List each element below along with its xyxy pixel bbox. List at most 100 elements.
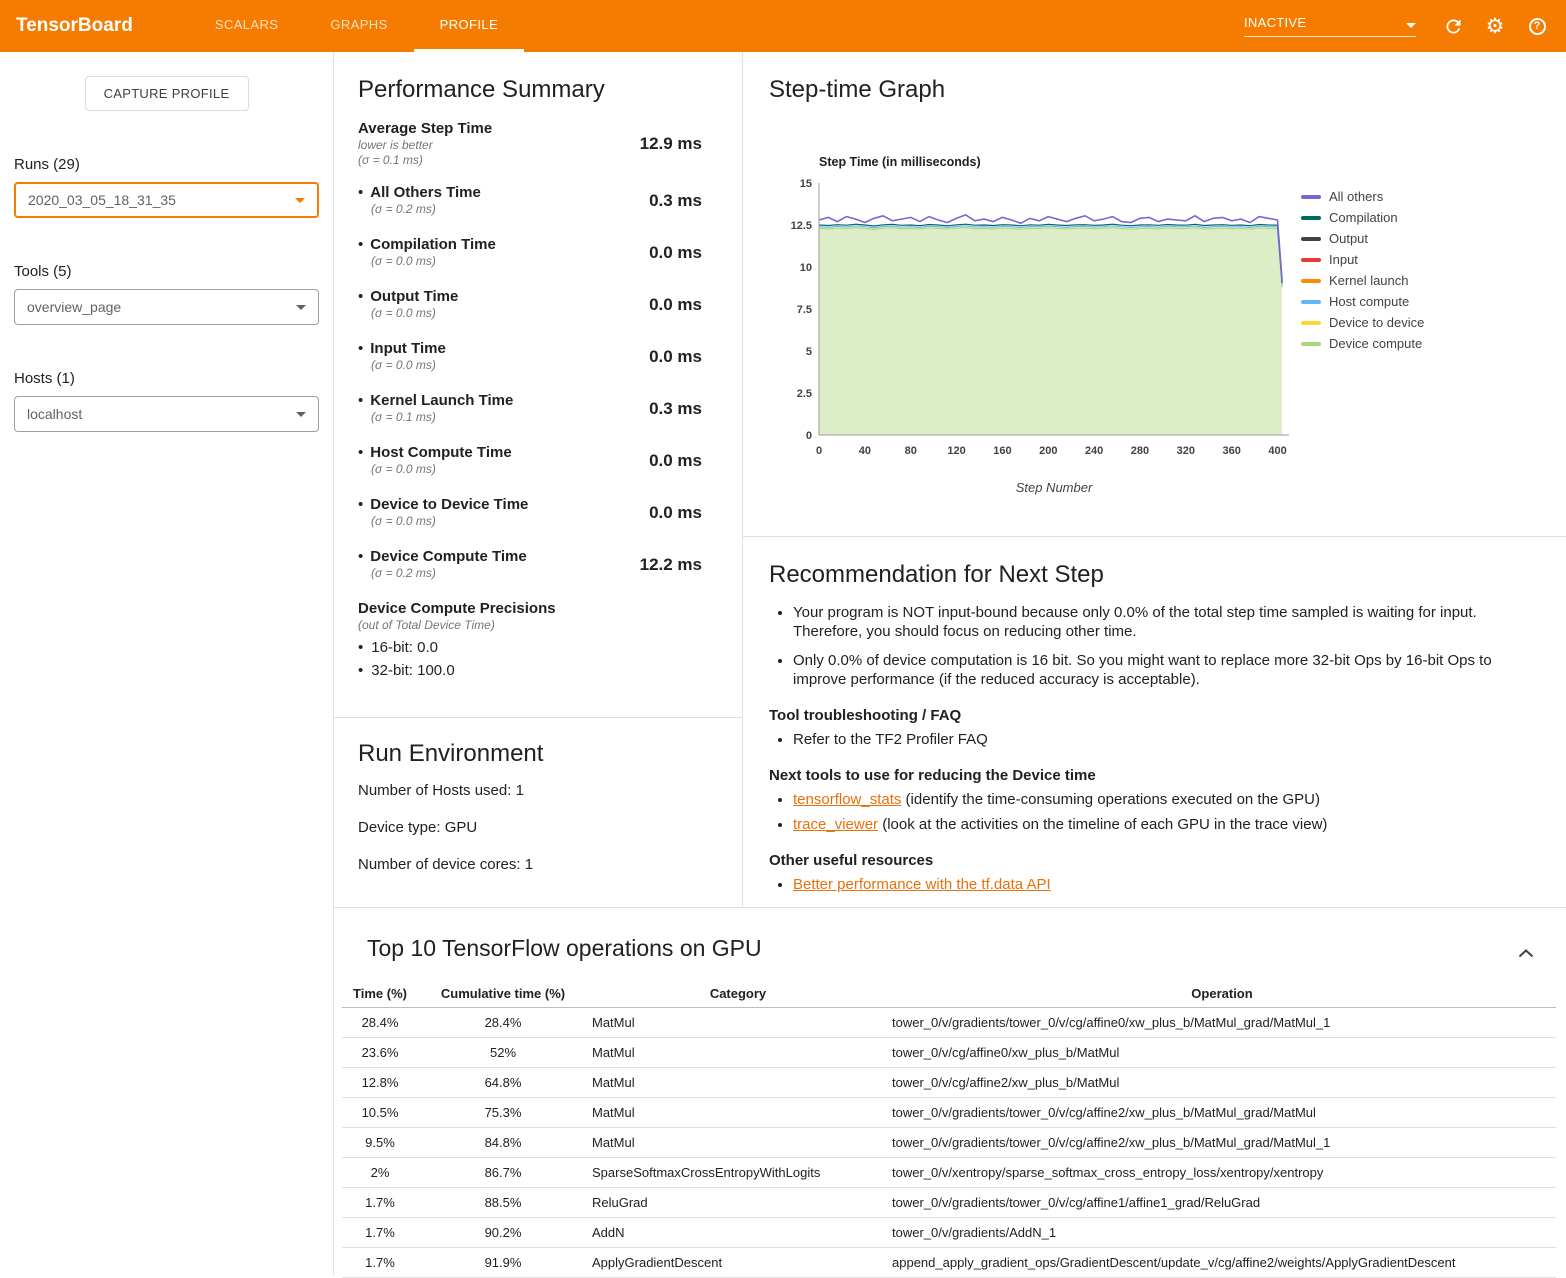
metric-label: Host Compute Time <box>358 444 512 462</box>
svg-text:0: 0 <box>816 445 822 457</box>
chevron-up-icon <box>1518 949 1534 958</box>
cell-cumulative: 91.9% <box>418 1248 588 1278</box>
metric-label: Input Time <box>358 340 446 358</box>
top-operations-section: Top 10 TensorFlow operations on GPU Time… <box>334 907 1566 1278</box>
tool-item: tensorflow_stats (identify the time-cons… <box>793 790 1520 809</box>
precisions-note: (out of Total Device Time) <box>358 618 702 633</box>
hosts-select-value: localhost <box>27 406 82 422</box>
metric-sigma: (σ = 0.0 ms) <box>371 514 528 529</box>
tools-select-value: overview_page <box>27 299 121 315</box>
status-dropdown-value: INACTIVE <box>1244 15 1306 30</box>
recommendation-bullet: Only 0.0% of device computation is 16 bi… <box>793 651 1520 689</box>
metric-label: Kernel Launch Time <box>358 392 513 410</box>
metric-label: Compilation Time <box>358 236 496 254</box>
performance-summary-section: Performance Summary Average Step Time lo… <box>334 52 742 718</box>
app-logo: TensorBoard <box>16 0 133 52</box>
average-step-time-label: Average Step Time <box>358 120 492 138</box>
device-compute-precisions: Device Compute Precisions (out of Total … <box>358 600 702 679</box>
legend-label: Device to device <box>1329 315 1424 330</box>
cell-time: 2% <box>342 1158 418 1188</box>
precisions-label: Device Compute Precisions <box>358 600 702 618</box>
svg-text:40: 40 <box>859 445 871 457</box>
svg-text:360: 360 <box>1223 445 1241 457</box>
legend-swatch <box>1301 279 1321 283</box>
cell-cumulative: 64.8% <box>418 1068 588 1098</box>
runs-label: Runs (29) <box>14 156 319 173</box>
cell-operation: tower_0/v/cg/affine0/xw_plus_b/MatMul <box>888 1038 1556 1068</box>
cell-time: 1.7% <box>342 1218 418 1248</box>
top-operations-title: Top 10 TensorFlow operations on GPU <box>367 934 1556 962</box>
capture-profile-button[interactable]: CAPTURE PROFILE <box>85 76 249 111</box>
metric-row: Compilation Time (σ = 0.0 ms) 0.0 ms <box>358 236 702 269</box>
svg-text:240: 240 <box>1085 445 1103 457</box>
svg-text:10: 10 <box>800 262 812 274</box>
cell-operation: append_apply_gradient_ops/GradientDescen… <box>888 1248 1556 1278</box>
collapse-button[interactable] <box>1514 942 1538 965</box>
svg-text:280: 280 <box>1131 445 1149 457</box>
metric-list: All Others Time (σ = 0.2 ms) 0.3 ms Comp… <box>358 184 702 581</box>
tab-profile[interactable]: PROFILE <box>414 0 524 52</box>
cell-category: ApplyGradientDescent <box>588 1248 888 1278</box>
hosts-select[interactable]: localhost <box>14 396 319 432</box>
tab-graphs[interactable]: GRAPHS <box>304 0 413 52</box>
tool-link[interactable]: trace_viewer <box>793 816 878 833</box>
metric-row: Host Compute Time (σ = 0.0 ms) 0.0 ms <box>358 444 702 477</box>
tab-scalars[interactable]: SCALARS <box>189 0 305 52</box>
table-row: 23.6% 52% MatMul tower_0/v/cg/affine0/xw… <box>342 1038 1556 1068</box>
cell-time: 1.7% <box>342 1188 418 1218</box>
metric-row: Input Time (σ = 0.0 ms) 0.0 ms <box>358 340 702 373</box>
runs-select[interactable]: 2020_03_05_18_31_35 <box>14 182 319 218</box>
cell-cumulative: 84.8% <box>418 1128 588 1158</box>
tool-item: trace_viewer (look at the activities on … <box>793 815 1520 834</box>
cell-cumulative: 88.5% <box>418 1188 588 1218</box>
sidebar: CAPTURE PROFILE Runs (29) 2020_03_05_18_… <box>0 52 334 1275</box>
svg-text:400: 400 <box>1268 445 1286 457</box>
table-row: 1.7% 90.2% AddN tower_0/v/gradients/AddN… <box>342 1218 1556 1248</box>
legend-label: Host compute <box>1329 294 1409 309</box>
chevron-down-icon <box>1406 23 1416 28</box>
svg-text:80: 80 <box>905 445 917 457</box>
metric-value: 0.3 ms <box>649 191 702 211</box>
average-step-time-note: lower is better <box>358 138 492 153</box>
tool-description: (identify the time-consuming operations … <box>901 791 1320 808</box>
legend-label: Input <box>1329 252 1358 267</box>
svg-text:5: 5 <box>806 346 812 358</box>
precision-item: 32-bit: 100.0 <box>358 662 702 679</box>
cell-time: 1.7% <box>342 1248 418 1278</box>
faq-heading: Tool troubleshooting / FAQ <box>769 707 1520 724</box>
cell-cumulative: 75.3% <box>418 1098 588 1128</box>
table-row: 2% 86.7% SparseSoftmaxCrossEntropyWithLo… <box>342 1158 1556 1188</box>
col-header-time: Time (%) <box>342 978 418 1008</box>
help-button[interactable]: ? <box>1524 13 1550 39</box>
svg-text:7.5: 7.5 <box>797 304 812 316</box>
step-time-graph-section: Step-time Graph Step Time (in millisecon… <box>743 52 1566 537</box>
legend-label: Compilation <box>1329 210 1398 225</box>
cell-time: 10.5% <box>342 1098 418 1128</box>
main-content: Performance Summary Average Step Time lo… <box>334 52 1566 1275</box>
col-header-operation: Operation <box>888 978 1556 1008</box>
metric-row: Device to Device Time (σ = 0.0 ms) 0.0 m… <box>358 496 702 529</box>
cell-operation: tower_0/v/gradients/tower_0/v/cg/affine2… <box>888 1098 1556 1128</box>
legend-swatch <box>1301 300 1321 304</box>
metric-sigma: (σ = 0.0 ms) <box>371 254 496 269</box>
svg-text:200: 200 <box>1039 445 1057 457</box>
tools-select[interactable]: overview_page <box>14 289 319 325</box>
status-dropdown[interactable]: INACTIVE <box>1244 15 1416 37</box>
tool-link[interactable]: tensorflow_stats <box>793 791 901 808</box>
cell-operation: tower_0/v/cg/affine2/xw_plus_b/MatMul <box>888 1068 1556 1098</box>
chart-xaxis-label: Step Number <box>819 480 1289 495</box>
next-tools-heading: Next tools to use for reducing the Devic… <box>769 767 1520 784</box>
table-row: 10.5% 75.3% MatMul tower_0/v/gradients/t… <box>342 1098 1556 1128</box>
average-step-time-sigma: (σ = 0.1 ms) <box>358 153 492 168</box>
settings-button[interactable]: ⚙ <box>1482 13 1508 39</box>
chevron-down-icon <box>296 305 306 310</box>
metric-label: Output Time <box>358 288 458 306</box>
metric-row: Output Time (σ = 0.0 ms) 0.0 ms <box>358 288 702 321</box>
resource-link[interactable]: Better performance with the tf.data API <box>793 876 1051 893</box>
runs-select-value: 2020_03_05_18_31_35 <box>28 192 176 208</box>
resource-item: Better performance with the tf.data API <box>793 875 1520 894</box>
other-resources-heading: Other useful resources <box>769 852 1520 869</box>
step-time-graph-title: Step-time Graph <box>769 76 1566 104</box>
refresh-button[interactable] <box>1440 13 1466 39</box>
svg-text:2.5: 2.5 <box>797 388 812 400</box>
